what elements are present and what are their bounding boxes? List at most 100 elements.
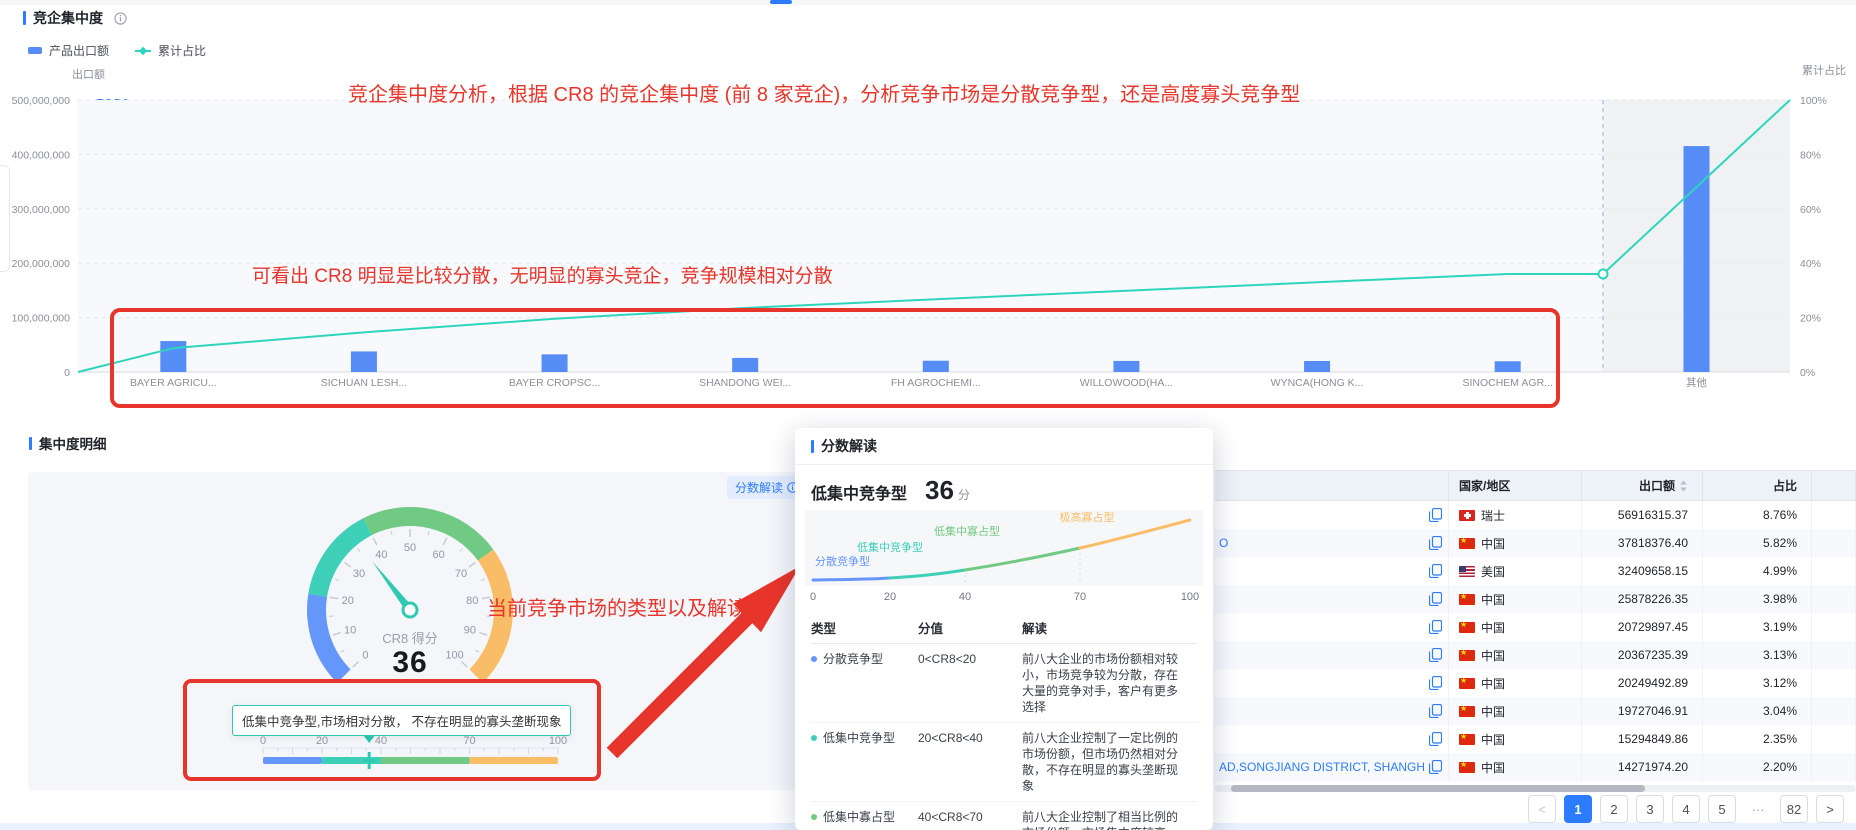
table-row: 中国15294849.862.35%	[1215, 725, 1856, 753]
type-dot	[811, 656, 817, 662]
popup-table-row: 分散竞争型0<CR8<20前八大企业的市场份额相对较小，市场竞争较为分散，存在大…	[811, 644, 1197, 723]
flag-icon-cn	[1459, 594, 1475, 605]
header-share: 占比	[1703, 471, 1812, 500]
company-cell: AD,SONGJIANG DISTRICT, SHANGHAI CHI...	[1215, 753, 1449, 781]
share-value: 8.76%	[1703, 501, 1812, 529]
svg-text:FH AGROCHEMI...: FH AGROCHEMI...	[891, 377, 981, 389]
share-value: 3.19%	[1703, 613, 1812, 641]
popup-table-row: 低集中竞争型20<CR8<40前八大企业控制了一定比例的市场份额，但市场仍然相对…	[811, 723, 1197, 802]
svg-text:分散竞争型: 分散竞争型	[815, 554, 870, 568]
title-accent-bar	[811, 440, 814, 453]
h-scrollbar-thumb[interactable]	[1231, 785, 1645, 792]
extra-cell	[1812, 529, 1856, 557]
export-bar[interactable]	[732, 358, 758, 372]
company-cell: O	[1215, 529, 1449, 557]
copy-icon[interactable]	[1429, 648, 1442, 662]
svg-text:70: 70	[1074, 591, 1086, 603]
company-cell	[1215, 697, 1449, 725]
extra-cell	[1812, 669, 1856, 697]
svg-text:0%: 0%	[1800, 367, 1815, 379]
page-next-button[interactable]: >	[1816, 795, 1844, 823]
svg-text:100%: 100%	[1800, 95, 1827, 107]
page-button-5[interactable]: 5	[1708, 795, 1736, 823]
svg-text:BAYER AGRICU...: BAYER AGRICU...	[130, 377, 217, 389]
copy-icon[interactable]	[1429, 592, 1442, 606]
table-row: 中国20367235.393.13%	[1215, 641, 1856, 669]
export-value: 25878226.35	[1582, 585, 1703, 613]
country-cell: 中国	[1449, 697, 1582, 725]
company-cell	[1215, 669, 1449, 697]
country-cell: 中国	[1449, 529, 1582, 557]
share-value: 5.82%	[1703, 529, 1812, 557]
export-bar[interactable]	[1495, 361, 1521, 372]
svg-text:200,000,000: 200,000,000	[12, 258, 71, 270]
h-scrollbar-track[interactable]	[1215, 785, 1856, 792]
svg-text:40: 40	[375, 549, 387, 561]
gauge-pivot	[403, 603, 417, 617]
country-cell: 中国	[1449, 753, 1582, 781]
popup-col-header: 分值	[918, 618, 1022, 637]
copy-icon[interactable]	[1429, 508, 1442, 522]
svg-text:60%: 60%	[1800, 204, 1821, 216]
export-value: 56916315.37	[1582, 501, 1703, 529]
page-ellipsis: ···	[1744, 795, 1772, 823]
page-button-1[interactable]: 1	[1564, 795, 1592, 823]
copy-icon[interactable]	[1429, 704, 1442, 718]
copy-icon[interactable]	[1429, 564, 1442, 578]
page-button-4[interactable]: 4	[1672, 795, 1700, 823]
copy-icon[interactable]	[1429, 760, 1442, 774]
svg-text:0: 0	[64, 367, 70, 379]
flag-icon-cn	[1459, 650, 1475, 661]
svg-text:低集中竞争型: 低集中竞争型	[857, 540, 923, 554]
svg-text:100,000,000: 100,000,000	[12, 313, 71, 325]
competitor-concentration-page: 竞企集中度 产品出口额 累计占比 出口额 累计占比 TOP8 其他 500,00…	[0, 0, 1856, 830]
header-extra	[1812, 471, 1856, 500]
market-type-score: 36	[925, 475, 954, 506]
table-row: 中国20249492.893.12%	[1215, 669, 1856, 697]
copy-icon[interactable]	[1429, 620, 1442, 634]
export-bar[interactable]	[1304, 361, 1330, 372]
flag-icon-cn	[1459, 762, 1475, 773]
page-button-2[interactable]: 2	[1600, 795, 1628, 823]
copy-icon[interactable]	[1429, 676, 1442, 690]
scale-marker-arrow	[363, 735, 375, 743]
gauge-segment	[307, 594, 351, 683]
export-bar[interactable]	[1113, 361, 1139, 372]
extra-cell	[1812, 641, 1856, 669]
extra-cell	[1812, 613, 1856, 641]
score-curve-chart: 分散竞争型低集中竞争型低集中寡占型极高寡占型0204070100	[805, 510, 1203, 606]
copy-icon[interactable]	[1429, 536, 1442, 550]
sort-icon[interactable]	[1679, 480, 1688, 492]
company-link[interactable]: O	[1219, 536, 1228, 550]
range-cell: 20<CR8<40	[918, 723, 1022, 801]
table-header-row: 国家/地区 出口额 占比	[1215, 470, 1856, 501]
page-button-3[interactable]: 3	[1636, 795, 1664, 823]
page-button-82[interactable]: 82	[1780, 795, 1808, 823]
score-explain-popup: 分数解读 低集中竞争型 36 分 分散竞争型低集中竞争型低集中寡占型极高寡占型0…	[795, 428, 1213, 830]
cumulative-line-point	[1599, 269, 1608, 278]
flag-icon-cn	[1459, 734, 1475, 745]
header-export[interactable]: 出口额	[1582, 471, 1703, 500]
popup-header: 分数解读	[795, 428, 1213, 465]
type-cell: 低集中竞争型	[811, 723, 918, 801]
export-bar[interactable]	[160, 341, 186, 372]
export-bar[interactable]	[923, 361, 949, 372]
extra-cell	[1812, 697, 1856, 725]
export-bar[interactable]	[351, 351, 377, 372]
svg-text:低集中寡占型: 低集中寡占型	[934, 524, 1000, 538]
flag-icon-cn	[1459, 706, 1475, 717]
export-value: 37818376.40	[1582, 529, 1703, 557]
copy-icon[interactable]	[1429, 732, 1442, 746]
export-bar[interactable]	[542, 354, 568, 372]
desc-cell: 前八大企业控制了一定比例的市场份额，但市场仍然相对分散，不存在明显的寡头垄断现象	[1022, 723, 1197, 801]
desc-cell: 前八大企业控制了相当比例的市场份额，市场集中度较高	[1022, 802, 1197, 830]
company-link[interactable]: AD,SONGJIANG DISTRICT, SHANGHAI CHI...	[1219, 760, 1424, 774]
competitor-table: 国家/地区 出口额 占比 瑞士56916315.378.76%O中国378183…	[1215, 470, 1856, 781]
export-bar[interactable]	[1684, 146, 1710, 372]
gauge-tooltip: 低集中竞争型,市场相对分散， 不存在明显的寡头垄断现象	[232, 705, 571, 736]
company-cell	[1215, 557, 1449, 585]
export-value: 20249492.89	[1582, 669, 1703, 697]
popup-type-row: 低集中竞争型 36 分	[811, 475, 1197, 506]
svg-text:70: 70	[463, 735, 475, 747]
desc-cell: 前八大企业的市场份额相对较小，市场竞争较为分散，存在大量的竞争对手，客户有更多选…	[1022, 644, 1197, 722]
